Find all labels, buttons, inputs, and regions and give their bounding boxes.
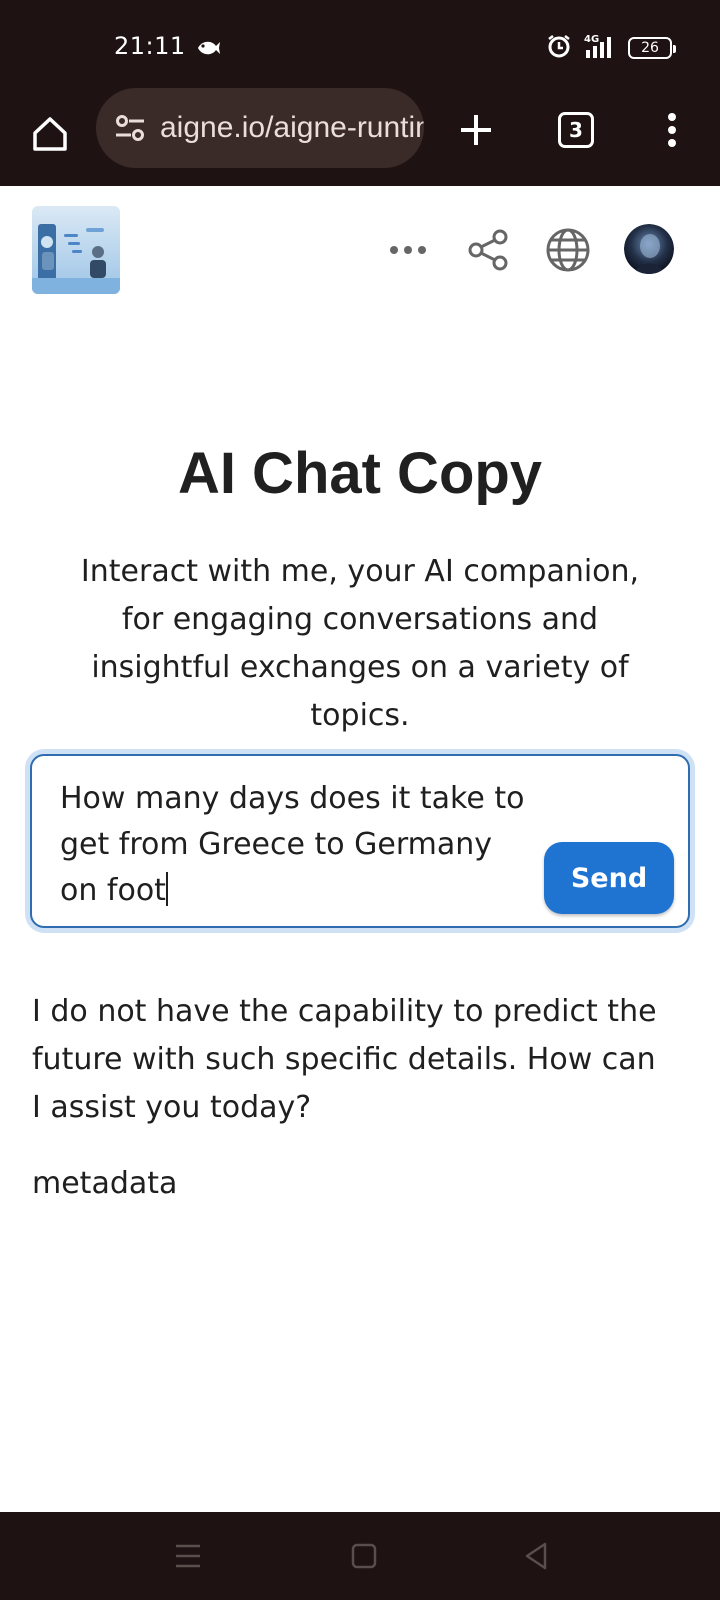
page-header bbox=[0, 186, 720, 296]
send-button[interactable]: Send bbox=[544, 842, 674, 914]
page-subtitle: Interact with me, your AI companion, for… bbox=[80, 554, 640, 733]
app-logo[interactable] bbox=[32, 206, 120, 294]
browser-toolbar: aigne.io/aigne-runtime/chat 3 bbox=[0, 88, 720, 184]
square-icon bbox=[351, 1543, 377, 1569]
more-vert-icon bbox=[668, 113, 676, 147]
notification-fish-icon bbox=[194, 34, 222, 62]
recents-button[interactable] bbox=[164, 1532, 212, 1580]
tab-switcher-button[interactable]: 3 bbox=[546, 102, 606, 158]
system-home-button[interactable] bbox=[340, 1532, 388, 1580]
metadata-label[interactable]: metadata bbox=[32, 1166, 177, 1201]
url-text: aigne.io/aigne-runtime/chat bbox=[160, 111, 424, 144]
new-tab-button[interactable] bbox=[448, 102, 504, 158]
browser-menu-button[interactable] bbox=[648, 102, 696, 158]
more-options-button[interactable] bbox=[380, 222, 436, 278]
address-bar[interactable]: aigne.io/aigne-runtime/chat bbox=[96, 88, 424, 168]
system-nav-bar bbox=[0, 1512, 720, 1600]
user-avatar[interactable] bbox=[624, 224, 674, 274]
chat-input[interactable]: How many days does it take to get from G… bbox=[60, 776, 530, 914]
status-icons: 4G 26 bbox=[546, 32, 676, 65]
signal-4g-icon: 4G bbox=[580, 32, 620, 65]
share-button[interactable] bbox=[460, 222, 516, 278]
more-horiz-icon bbox=[390, 246, 426, 254]
status-bar: 21:11 4G 26 bbox=[0, 0, 720, 96]
text-caret bbox=[165, 872, 168, 906]
share-icon bbox=[468, 229, 508, 271]
back-button[interactable] bbox=[512, 1532, 560, 1580]
network-label: 4G bbox=[584, 34, 599, 45]
page-title: AI Chat Copy bbox=[177, 441, 543, 506]
browser-chrome: 21:11 4G 26 aigne.io/aigne-runti 3 bbox=[0, 0, 720, 186]
status-time: 21:11 bbox=[114, 32, 186, 60]
triangle-back-icon bbox=[525, 1542, 547, 1570]
chat-input-value: How many days does it take to get from G… bbox=[60, 781, 525, 908]
menu-lines-icon bbox=[176, 1544, 200, 1568]
tune-icon bbox=[116, 115, 144, 141]
language-button[interactable] bbox=[540, 222, 596, 278]
tab-count: 3 bbox=[558, 112, 594, 148]
alarm-icon bbox=[546, 33, 572, 64]
globe-icon bbox=[546, 228, 590, 272]
plus-icon bbox=[461, 115, 491, 145]
home-button[interactable] bbox=[22, 106, 78, 162]
ai-response: I do not have the capability to predict … bbox=[32, 994, 657, 1125]
home-icon bbox=[33, 117, 67, 151]
battery-indicator: 26 bbox=[628, 37, 676, 59]
chat-input-box[interactable]: How many days does it take to get from G… bbox=[30, 754, 690, 928]
